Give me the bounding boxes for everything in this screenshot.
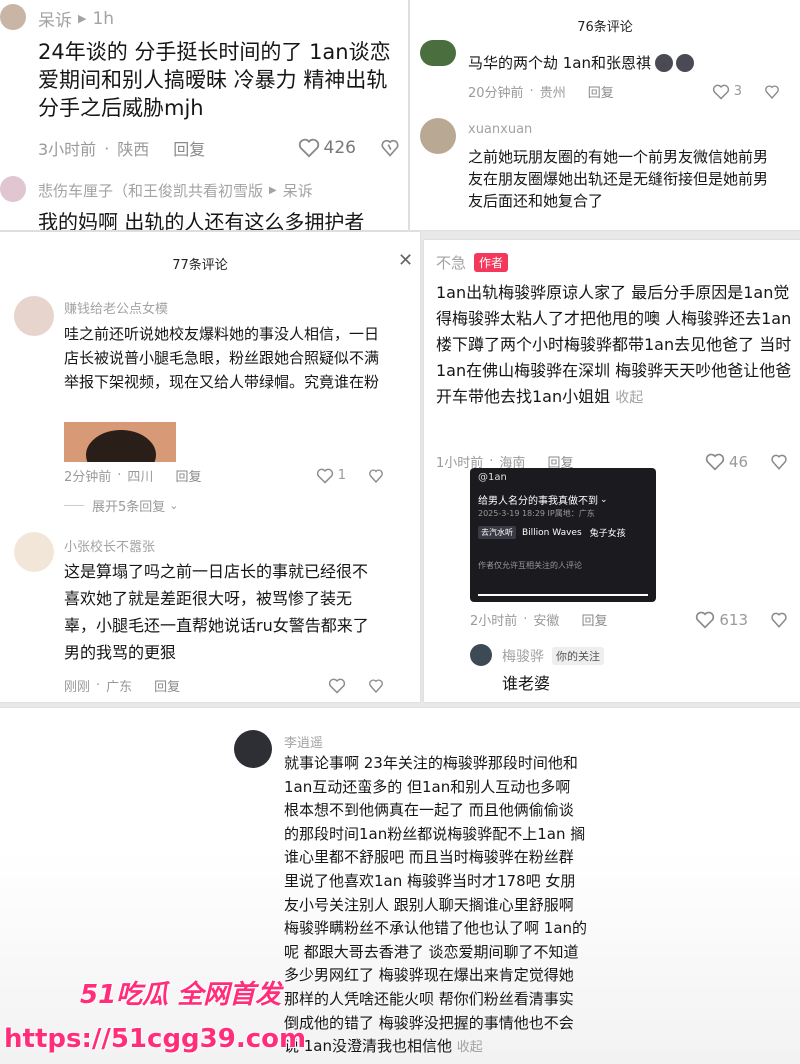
card-title: 给男人名分的事我真做不到	[478, 496, 598, 507]
comment-text: 之前她玩朋友圈的有她一个前男友微信她前男友在朋友圈爆她出轨还是无缝衔接但是她前男…	[468, 148, 769, 210]
reply-button[interactable]: 回复	[581, 610, 607, 629]
chevron-down-icon: ⌄	[169, 499, 179, 512]
card-handle: @1an	[478, 472, 507, 483]
play-arrow-icon: ▶	[78, 12, 87, 25]
comment-text: 哇之前还听说她校友爆料她的事没人相信，一日店长被说普小腿毛急眼，粉丝跟她合照疑似…	[64, 325, 380, 391]
author-badge: 作者	[474, 253, 509, 272]
card-meta: 2025-3-19 18:29 IP属地：广东	[478, 509, 595, 518]
top-left-panel: 呆诉 ▶ 1h 24年谈的 分手挺长时间的了 1an谈恋爱期间和别人搞暧昧 冷暴…	[0, 0, 408, 230]
like-count: 46	[728, 452, 748, 471]
comment-text: 就事论事啊 23年关注的梅骏骅那段时间他和1an互动还蛮多的 但1an和别人互动…	[284, 754, 588, 1056]
reply-button[interactable]: 回复	[175, 466, 201, 485]
comment-location: 四川	[127, 470, 154, 485]
comment-username[interactable]: 小张校长不嚣张	[64, 536, 155, 555]
watermark: 51吃瓜 全网首发 https://51cgg39.com	[0, 964, 320, 1064]
avatar[interactable]	[420, 118, 456, 154]
comment-count-title: 77条评论	[172, 258, 228, 273]
like-count: 1	[337, 468, 346, 483]
expand-replies-button[interactable]: 展开5条回复 ⌄	[64, 496, 179, 515]
heart-icon[interactable]	[298, 138, 320, 158]
like-count: 613	[719, 610, 748, 629]
dislike-icon[interactable]	[770, 453, 788, 471]
expand-replies-label: 展开5条回复	[92, 500, 166, 515]
card-tag[interactable]: 去汽水听	[478, 526, 516, 539]
comment-count-title: 76条评论	[577, 20, 633, 35]
comment-username[interactable]: 悲伤车厘子（和王俊凯共看初雪版	[38, 180, 263, 201]
avatar[interactable]	[420, 40, 456, 66]
avatar[interactable]	[470, 644, 492, 666]
dislike-icon[interactable]	[368, 468, 384, 484]
dark-face-emoji-icon	[655, 53, 674, 72]
collapse-button[interactable]: 收起	[615, 390, 643, 406]
card-scrollbar	[478, 594, 648, 596]
avatar[interactable]	[14, 532, 54, 572]
reply-button[interactable]: 回复	[173, 136, 205, 160]
embedded-screenshot[interactable]: @1an 给男人名分的事我真做不到 ⌄ 2025-3-19 18:29 IP属地…	[470, 468, 656, 602]
dislike-icon[interactable]	[764, 84, 780, 100]
comment-username[interactable]: 赚钱给老公点女模	[64, 298, 168, 317]
comment-time: 3小时前	[38, 140, 97, 159]
dark-face-emoji-icon	[676, 53, 695, 72]
heart-icon[interactable]	[316, 468, 334, 484]
comment-username[interactable]: 梅骏骅	[502, 646, 544, 666]
card-footer: 作者仅允许互相关注的人评论	[478, 561, 582, 570]
comment-location: 贵州	[539, 86, 566, 101]
comment-text: 1an出轨梅骏骅原谅人家了 最后分手原因是1an觉得梅骏骅太粘人了才把他甩的噢 …	[436, 283, 792, 406]
play-arrow-icon: ▶	[269, 185, 277, 196]
heart-icon[interactable]	[705, 453, 725, 471]
comment-text: 24年谈的 分手挺长时间的了 1an谈恋爱期间和别人搞暧昧 冷暴力 精神出轨 分…	[38, 40, 391, 120]
chevron-down-icon: ⌄	[600, 494, 608, 505]
comment-location: 陕西	[117, 140, 150, 159]
comment-username[interactable]: 呆诉	[38, 6, 72, 31]
comment-text: 马华的两个劫 1an和张恩祺	[468, 54, 652, 72]
comment-location: 广东	[106, 680, 133, 695]
avatar[interactable]	[234, 730, 272, 768]
heart-icon[interactable]	[695, 611, 715, 629]
comment-text: 我的妈啊 出轨的人还有这么多拥护者	[38, 210, 365, 230]
card-song-2: 兔子女孩	[589, 529, 626, 539]
like-count: 426	[323, 138, 356, 158]
reply-to-username[interactable]: 呆诉	[283, 180, 313, 201]
avatar[interactable]	[0, 176, 26, 202]
like-count: 3	[733, 84, 742, 99]
comment-time: 刚刚	[64, 680, 91, 695]
comment-location: 安徽	[533, 614, 560, 629]
card-song: Billion Waves	[522, 527, 582, 538]
dislike-icon[interactable]	[770, 611, 788, 629]
watermark-brand: 51吃瓜 全网首发	[80, 980, 282, 1010]
comment-image[interactable]	[64, 422, 176, 462]
dislike-icon[interactable]	[368, 678, 384, 694]
following-tag: 你的关注	[552, 647, 604, 665]
close-icon[interactable]: ✕	[398, 250, 413, 271]
comment-time: 2分钟前	[64, 470, 112, 485]
comment-time: 20分钟前	[468, 86, 524, 101]
mid-left-panel: 77条评论 ✕ 赚钱给老公点女模 哇之前还听说她校友爆料她的事没人相信，一日店长…	[0, 232, 420, 702]
comment-time: 2小时前	[470, 614, 518, 629]
comment-time: 1h	[92, 8, 115, 29]
mid-right-panel: 不急 作者 1an出轨梅骏骅原谅人家了 最后分手原因是1an觉得梅骏骅太粘人了才…	[424, 240, 800, 702]
heart-icon[interactable]	[712, 84, 730, 100]
reply-button[interactable]: 回复	[154, 676, 180, 695]
comment-username[interactable]: 李逍遥	[284, 732, 323, 751]
comment-text: 这是算塌了吗之前一日店长的事就已经很不喜欢她了就是差距很大呀，被骂惨了装无辜，小…	[64, 562, 369, 662]
heart-icon[interactable]	[328, 678, 346, 694]
collapse-button[interactable]: 收起	[457, 1040, 483, 1055]
watermark-url: https://51cgg39.com	[4, 1024, 307, 1054]
dislike-icon[interactable]	[380, 138, 400, 158]
reply-button[interactable]: 回复	[588, 82, 614, 101]
comment-username[interactable]: 不急	[436, 252, 466, 273]
top-right-panel: 76条评论 马华的两个劫 1an和张恩祺 20分钟前 · 贵州 回复 3 xua…	[410, 0, 800, 230]
comment-username[interactable]: xuanxuan	[468, 122, 532, 137]
comment-text: 谁老婆	[502, 674, 551, 693]
avatar[interactable]	[0, 4, 26, 30]
avatar[interactable]	[14, 296, 54, 336]
